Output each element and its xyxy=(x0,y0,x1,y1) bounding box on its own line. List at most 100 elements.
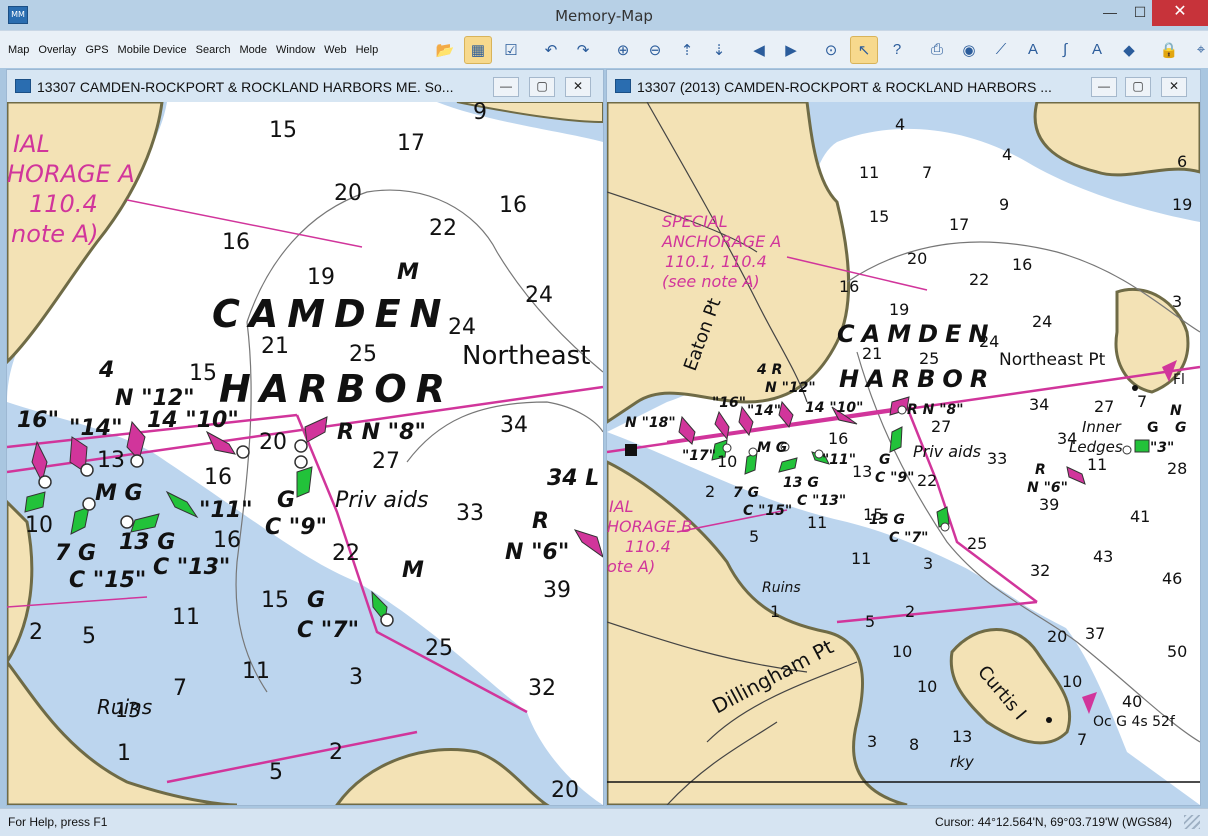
anchorage-label: SPECIAL xyxy=(662,212,728,231)
mark-icon[interactable]: A xyxy=(1020,37,1046,63)
buoy-label: 4 R xyxy=(756,362,782,378)
menu: Map Overlay GPS Mobile Device Search Mod… xyxy=(8,31,387,68)
route-icon[interactable]: ⟋ xyxy=(988,37,1014,63)
buoy-label: 7 G xyxy=(55,541,96,566)
app-title: Memory-Map xyxy=(555,7,653,25)
chart-window-left-titlebar[interactable]: 13307 CAMDEN-ROCKPORT & ROCKLAND HARBORS… xyxy=(7,70,603,103)
chart-window-right-titlebar[interactable]: 13307 (2013) CAMDEN-ROCKPORT & ROCKLAND … xyxy=(607,70,1200,103)
sounding-icon[interactable]: ◉ xyxy=(956,37,982,63)
buoy-label: "14" xyxy=(69,416,123,441)
menu-window[interactable]: Window xyxy=(276,44,315,56)
menu-gps[interactable]: GPS xyxy=(85,44,108,56)
menu-mobile-device[interactable]: Mobile Device xyxy=(118,44,187,56)
resize-grip-icon[interactable] xyxy=(1184,815,1200,829)
buoy-label: M xyxy=(397,260,419,285)
chart-window-right-close-button[interactable]: ✕ xyxy=(1161,77,1187,97)
buoy-label: "11" xyxy=(822,452,856,468)
nav-icon[interactable]: ◆ xyxy=(1116,37,1142,63)
chart-window-right[interactable]: 13307 (2013) CAMDEN-ROCKPORT & ROCKLAND … xyxy=(606,69,1201,806)
buoy-label: N "12" xyxy=(765,380,816,396)
ruins-label: Ruins xyxy=(762,580,801,596)
chart-window-left-maximize-button[interactable]: ▢ xyxy=(529,77,555,97)
select-pointer-icon[interactable]: ↖ xyxy=(850,35,878,64)
sounding: 2 xyxy=(705,482,715,501)
chart-map-left[interactable]: 15 17 20 16 22 16 19 24 24 21 25 15 20 2… xyxy=(7,102,603,805)
binoculars-icon[interactable]: ⊙ xyxy=(818,37,844,63)
scale-up-icon[interactable]: ⇡ xyxy=(674,37,700,63)
lock-icon[interactable]: 🔒 xyxy=(1156,37,1182,63)
anchorage-label: 110.1, 110.4 xyxy=(665,252,767,271)
buoy-label: G xyxy=(879,452,891,468)
scale-down-icon[interactable]: ⇣ xyxy=(706,37,732,63)
buoy-label: 14 "10" xyxy=(805,400,863,416)
status-bar: For Help, press F1 Cursor: 44°12.564'N, … xyxy=(0,808,1208,836)
sounding: 7 xyxy=(1077,730,1087,749)
sounding: 5 xyxy=(82,624,96,649)
chart-window-right-minimize-button[interactable]: — xyxy=(1091,77,1117,97)
buoy-label: C "15" xyxy=(743,503,792,519)
sounding: 16 xyxy=(839,277,859,296)
sounding: 22 xyxy=(429,216,457,241)
northeast-label: Northeast xyxy=(462,341,590,371)
sounding: 9 xyxy=(999,195,1009,214)
sounding: 16 xyxy=(222,230,250,255)
chart-icon xyxy=(15,79,31,93)
sounding: 22 xyxy=(969,270,989,289)
maximize-button[interactable]: ☐ xyxy=(1125,0,1155,26)
redo-icon[interactable]: ↷ xyxy=(570,37,596,63)
light-label: Fl xyxy=(1173,372,1185,388)
sounding: 46 xyxy=(1162,569,1182,588)
sounding: 24 xyxy=(1032,312,1052,331)
sounding: 34 xyxy=(1029,395,1049,414)
checklist-icon[interactable]: ☑ xyxy=(498,37,524,63)
menu-map[interactable]: Map xyxy=(8,44,29,56)
help-icon[interactable]: ? xyxy=(884,37,910,63)
sounding: 22 xyxy=(332,541,360,566)
undo-icon[interactable]: ↶ xyxy=(538,37,564,63)
chart-map-right[interactable]: 4 11 7 4 9 15 17 16 20 22 16 19 24 24 21… xyxy=(607,102,1200,805)
inner-ledges-label: Inner xyxy=(1082,418,1122,436)
sounding: 28 xyxy=(1167,459,1187,478)
chart-window-left-minimize-button[interactable]: — xyxy=(493,77,519,97)
camden-label: CAMDEN xyxy=(212,292,450,336)
sounding: 1 xyxy=(117,741,131,766)
chart-window-right-maximize-button[interactable]: ▢ xyxy=(1125,77,1151,97)
sounding: 2 xyxy=(29,620,43,645)
anchorage-label: IAL xyxy=(13,130,50,158)
sounding: 19 xyxy=(1172,195,1192,214)
sounding: 2 xyxy=(329,740,343,765)
menu-overlay[interactable]: Overlay xyxy=(38,44,76,56)
sounding: 39 xyxy=(1039,495,1059,514)
buoy-label: R xyxy=(532,509,549,534)
zoom-out-icon[interactable]: ⊖ xyxy=(642,37,668,63)
close-button[interactable]: ✕ xyxy=(1152,0,1208,26)
zoom-in-icon[interactable]: ⊕ xyxy=(610,37,636,63)
sounding: 24 xyxy=(525,283,553,308)
sounding: 3 xyxy=(1172,292,1182,311)
track-icon[interactable]: ∫ xyxy=(1052,37,1078,63)
sounding: 20 xyxy=(551,778,579,803)
sounding: 10 xyxy=(717,452,737,471)
forward-icon[interactable]: ▶ xyxy=(778,37,804,63)
chart-window-left[interactable]: 13307 CAMDEN-ROCKPORT & ROCKLAND HARBORS… xyxy=(6,69,604,806)
chart-window-left-close-button[interactable]: ✕ xyxy=(565,77,591,97)
sounding: 10 xyxy=(25,513,53,538)
menu-help[interactable]: Help xyxy=(356,44,379,56)
harbor-label: HARBOR xyxy=(839,365,995,393)
menu-search[interactable]: Search xyxy=(196,44,231,56)
buoy-label: G xyxy=(1147,420,1159,436)
sounding: 11 xyxy=(172,605,200,630)
back-icon[interactable]: ◀ xyxy=(746,37,772,63)
open-folder-icon[interactable]: 📂 xyxy=(432,37,458,63)
print-icon[interactable]: ⎙ xyxy=(924,37,950,63)
status-help-text: For Help, press F1 xyxy=(8,815,108,829)
sounding: 22 xyxy=(917,471,937,490)
pin-icon[interactable]: ⌖ xyxy=(1188,37,1208,63)
minimize-button[interactable]: — xyxy=(1095,0,1125,26)
menu-web[interactable]: Web xyxy=(324,44,346,56)
map-layers-icon[interactable]: ▦ xyxy=(464,35,492,64)
text-icon[interactable]: A xyxy=(1084,37,1110,63)
buoy-label: R xyxy=(1035,462,1046,478)
menu-mode[interactable]: Mode xyxy=(240,44,268,56)
sounding: 16 xyxy=(499,193,527,218)
